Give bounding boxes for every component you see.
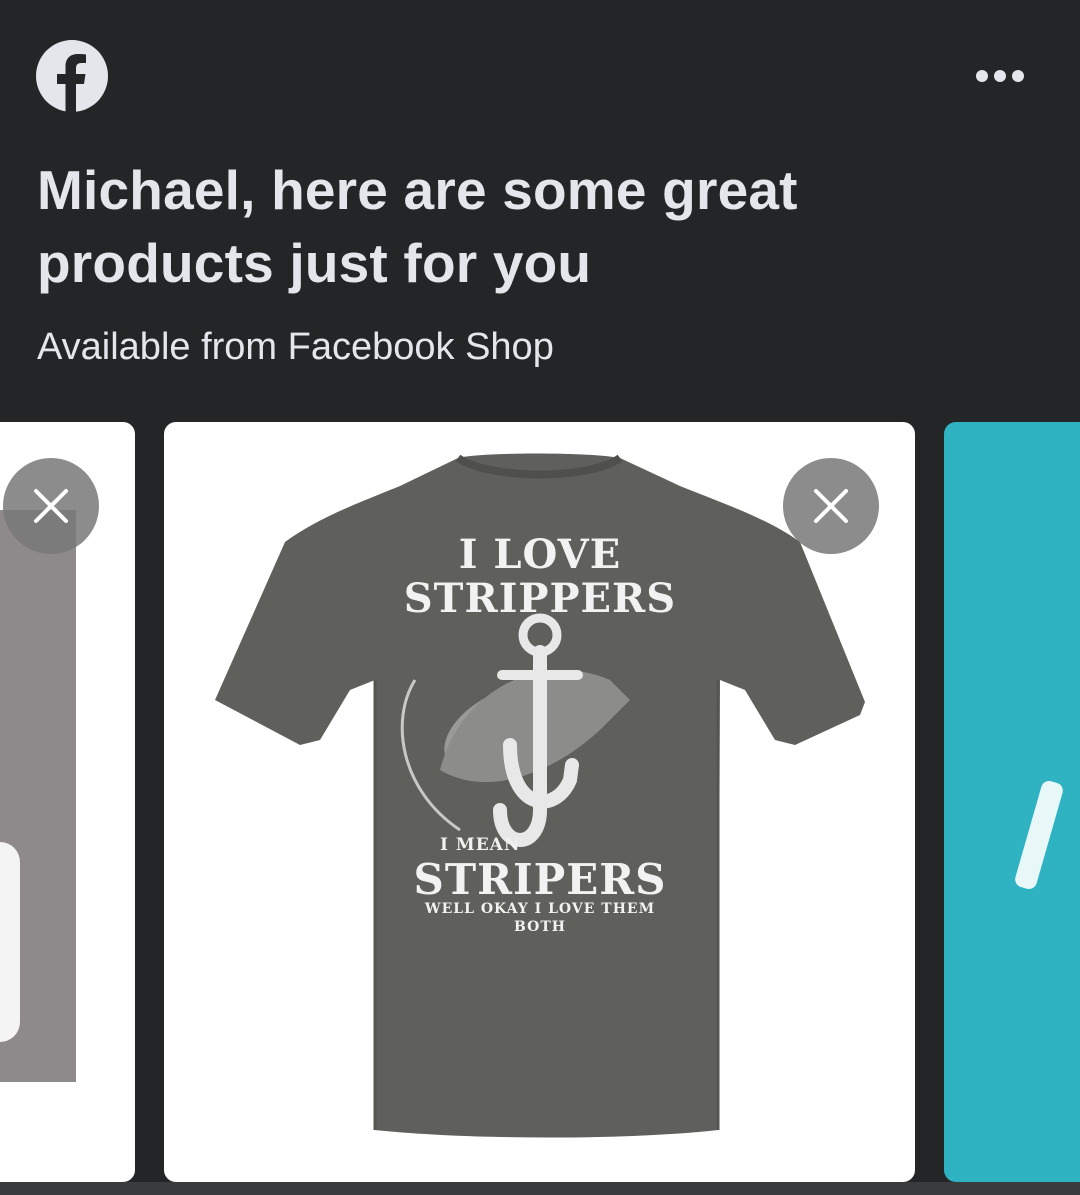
hide-product-button[interactable] xyxy=(783,458,879,554)
shirt-print-line: I MEAN xyxy=(440,835,521,855)
product-image xyxy=(0,842,20,1042)
facebook-logo-icon[interactable] xyxy=(36,40,108,112)
headline: Michael, here are some great products ju… xyxy=(37,159,798,294)
more-options-icon xyxy=(976,70,988,82)
hide-product-button[interactable] xyxy=(3,458,99,554)
subtitle: Available from Facebook Shop xyxy=(37,326,554,368)
shirt-print-line: STRIPERS xyxy=(413,855,667,904)
card-footer-strip xyxy=(0,1182,1080,1195)
more-options-icon xyxy=(994,70,1006,82)
shirt-print-line: STRIPPERS xyxy=(403,575,677,622)
sponsored-shop-unit: Michael, here are some great products ju… xyxy=(0,0,1080,1195)
close-icon xyxy=(34,489,68,523)
close-icon xyxy=(814,489,848,523)
shirt-print-line: I LOVE xyxy=(458,531,622,578)
more-options-icon xyxy=(1012,70,1024,82)
more-options-button[interactable] xyxy=(968,56,1032,96)
shirt-print-line: WELL OKAY I LOVE THEM BOTH xyxy=(424,901,656,935)
